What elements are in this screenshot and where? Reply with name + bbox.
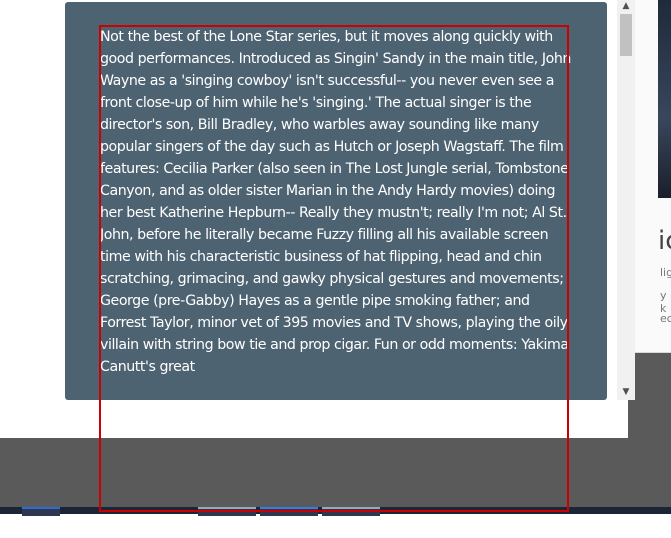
scroll-thumb[interactable] [620,14,632,56]
review-modal: Not the best of the Lone Star series, bu… [0,0,635,438]
review-text-panel[interactable]: Not the best of the Lone Star series, bu… [65,2,607,400]
movie-card-text-line: lig [660,266,671,279]
review-scrollbar[interactable]: ▲ ▼ [617,0,635,400]
movie-thumbnail [658,0,671,198]
scroll-down-arrow-icon[interactable]: ▼ [617,386,635,398]
movie-card-title-fragment: ic [658,226,671,256]
scroll-up-arrow-icon[interactable]: ▲ [617,0,635,12]
taskbar-start-icon[interactable] [22,507,60,516]
taskbar-app-button[interactable] [260,507,318,516]
movie-card-text-line: ec [660,312,671,325]
taskbar-app-button[interactable] [322,507,380,516]
taskbar-app-button[interactable] [198,507,256,516]
review-body-text: Not the best of the Lone Star series, bu… [100,29,571,375]
taskbar [0,507,671,516]
